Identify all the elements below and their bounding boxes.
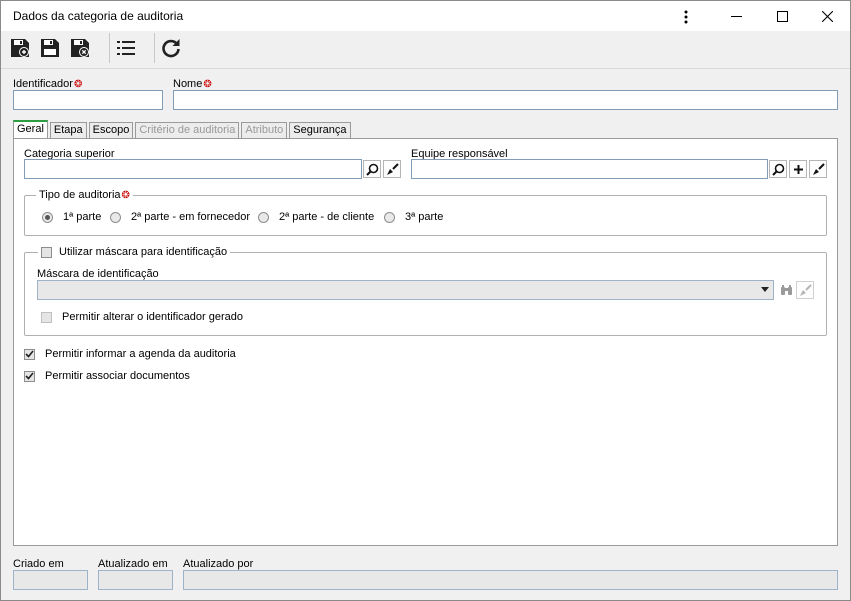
window-menu-button[interactable]: [663, 2, 709, 31]
categoria-superior-clear-button[interactable]: [383, 160, 401, 178]
chevron-down-icon: [761, 287, 769, 292]
refresh-button[interactable]: [158, 35, 184, 61]
binoculars-icon: [780, 285, 792, 295]
checkmark-icon: [25, 350, 34, 358]
equipe-responsavel-search-button[interactable]: [769, 160, 787, 178]
radio-2a-parte-cliente[interactable]: 2ª parte - de cliente: [258, 211, 374, 223]
utilizar-mascara-checkbox[interactable]: [41, 246, 52, 258]
tipo-auditoria-label: Tipo de auditoria❂: [36, 189, 133, 201]
equipe-responsavel-add-button[interactable]: [789, 160, 807, 178]
utilizar-mascara-checkbox-row[interactable]: Utilizar máscara para identificação: [38, 245, 231, 259]
checkmark-icon: [25, 372, 34, 380]
list-icon: [117, 41, 135, 55]
identificador-input[interactable]: [13, 90, 163, 110]
permitir-documentos-checkbox[interactable]: [24, 370, 35, 382]
maximize-button[interactable]: [759, 2, 805, 31]
save-close-icon: [71, 39, 89, 57]
tab-geral[interactable]: Geral: [13, 120, 48, 139]
categoria-superior-input[interactable]: [24, 159, 362, 179]
toolbar-separator: [154, 33, 155, 63]
list-button[interactable]: [113, 35, 139, 61]
required-icon: ❂: [203, 79, 212, 90]
permitir-alterar-row[interactable]: Permitir alterar o identificador gerado: [41, 311, 243, 323]
radio-1a-parte[interactable]: 1ª parte: [42, 211, 101, 223]
save-icon: [41, 39, 59, 57]
radio-3a-parte[interactable]: 3ª parte: [384, 211, 443, 223]
toolbar-separator: [109, 33, 110, 63]
criado-em-label: Criado em: [13, 558, 64, 570]
permitir-documentos-row[interactable]: Permitir associar documentos: [24, 370, 190, 382]
toolbar: [1, 31, 850, 69]
minimize-button[interactable]: [713, 2, 759, 31]
window-title: Dados da categoria de auditoria: [13, 9, 184, 23]
close-icon: [821, 11, 833, 22]
radio-button[interactable]: [258, 211, 269, 223]
equipe-responsavel-clear-button[interactable]: [809, 160, 827, 178]
tab-seguranca[interactable]: Segurança: [289, 122, 351, 139]
clear-icon: [799, 283, 812, 296]
permitir-agenda-row[interactable]: Permitir informar a agenda da auditoria: [24, 348, 236, 360]
mascara-identificacao-select[interactable]: [37, 280, 774, 300]
tab-strip: Geral Etapa Escopo Critério de auditoria…: [13, 120, 353, 139]
save-new-icon: [11, 39, 29, 57]
tab-etapa[interactable]: Etapa: [49, 122, 87, 139]
mascara-binoculars-button[interactable]: [777, 281, 795, 299]
categoria-superior-search-button[interactable]: [363, 160, 381, 178]
required-icon: ❂: [73, 79, 83, 90]
search-icon: [771, 163, 784, 176]
minimize-icon: [730, 15, 742, 17]
mascara-clear-button[interactable]: [796, 281, 814, 299]
add-icon: [793, 164, 803, 174]
tab-escopo[interactable]: Escopo: [88, 122, 134, 139]
atualizado-por-label: Atualizado por: [183, 558, 254, 570]
close-button[interactable]: [804, 2, 850, 31]
mascara-identificacao-label: Máscara de identificação: [37, 268, 159, 280]
atualizado-em-field: [98, 570, 173, 590]
save-and-new-button[interactable]: [7, 35, 33, 61]
refresh-icon: [162, 39, 180, 58]
radio-2a-parte-fornecedor[interactable]: 2ª parte - em fornecedor: [110, 211, 250, 223]
nome-input[interactable]: [173, 90, 838, 110]
atualizado-em-label: Atualizado em: [98, 558, 168, 570]
tab-atributo[interactable]: Atributo: [241, 122, 288, 139]
maximize-icon: [776, 11, 788, 22]
permitir-agenda-checkbox[interactable]: [24, 348, 35, 360]
clear-icon: [386, 162, 399, 175]
radio-button[interactable]: [384, 211, 395, 223]
radio-button-selected[interactable]: [42, 211, 53, 223]
title-bar: Dados da categoria de auditoria: [1, 1, 850, 31]
tab-panel-geral: Categoria superior Equipe responsável Ti…: [13, 138, 838, 546]
criado-em-field: [13, 570, 88, 590]
permitir-alterar-checkbox[interactable]: [41, 311, 52, 323]
nome-label: Nome❂: [173, 78, 212, 90]
required-icon: ❂: [121, 190, 130, 201]
radio-button[interactable]: [110, 211, 121, 223]
kebab-menu-icon: [684, 10, 688, 23]
clear-icon: [812, 162, 825, 175]
atualizado-por-field: [183, 570, 838, 590]
save-and-close-button[interactable]: [67, 35, 93, 61]
tab-criterio-de-auditoria[interactable]: Critério de auditoria: [135, 122, 240, 139]
save-button[interactable]: [37, 35, 63, 61]
search-icon: [365, 163, 378, 176]
identificador-label: Identificador❂: [13, 78, 83, 90]
equipe-responsavel-input[interactable]: [411, 159, 768, 179]
